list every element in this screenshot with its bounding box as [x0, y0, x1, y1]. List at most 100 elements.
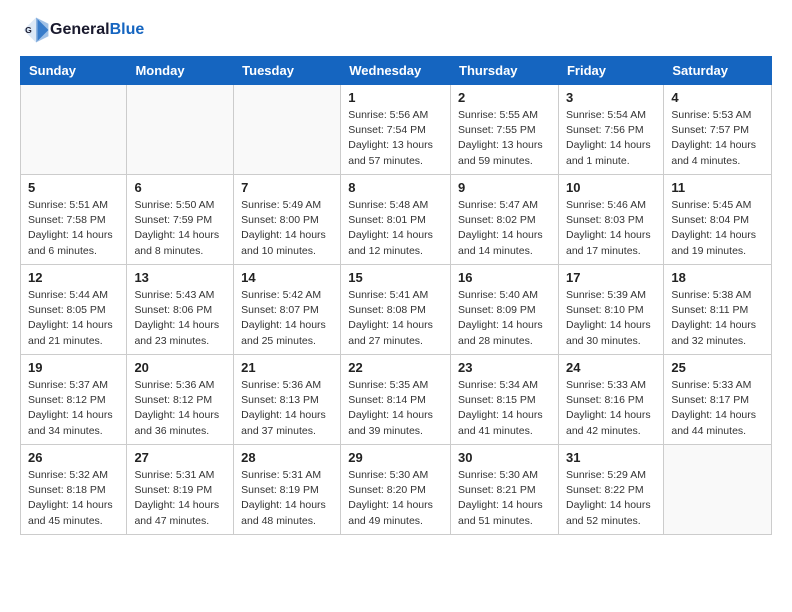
- day-info: Sunrise: 5:41 AMSunset: 8:08 PMDaylight:…: [348, 288, 443, 349]
- day-number: 28: [241, 450, 333, 465]
- calendar-week-row: 26 Sunrise: 5:32 AMSunset: 8:18 PMDayligh…: [21, 445, 772, 535]
- calendar-day-cell: 31 Sunrise: 5:29 AMSunset: 8:22 PMDayligh…: [558, 445, 663, 535]
- calendar-header-row: SundayMondayTuesdayWednesdayThursdayFrid…: [21, 57, 772, 85]
- day-info: Sunrise: 5:53 AMSunset: 7:57 PMDaylight:…: [671, 108, 764, 169]
- weekday-header: Tuesday: [234, 57, 341, 85]
- calendar-day-cell: 2 Sunrise: 5:55 AMSunset: 7:55 PMDaylight…: [451, 85, 559, 175]
- day-number: 9: [458, 180, 551, 195]
- calendar-day-cell: [127, 85, 234, 175]
- day-number: 22: [348, 360, 443, 375]
- day-info: Sunrise: 5:30 AMSunset: 8:21 PMDaylight:…: [458, 468, 551, 529]
- day-info: Sunrise: 5:37 AMSunset: 8:12 PMDaylight:…: [28, 378, 119, 439]
- day-number: 20: [134, 360, 226, 375]
- day-info: Sunrise: 5:51 AMSunset: 7:58 PMDaylight:…: [28, 198, 119, 259]
- calendar-day-cell: [664, 445, 772, 535]
- weekday-header: Saturday: [664, 57, 772, 85]
- day-info: Sunrise: 5:36 AMSunset: 8:12 PMDaylight:…: [134, 378, 226, 439]
- calendar-week-row: 1Sunrise: 5:56 AMSunset: 7:54 PMDaylight…: [21, 85, 772, 175]
- day-number: 26: [28, 450, 119, 465]
- calendar-day-cell: 3Sunrise: 5:54 AMSunset: 7:56 PMDaylight…: [558, 85, 663, 175]
- day-number: 6: [134, 180, 226, 195]
- calendar-day-cell: 22 Sunrise: 5:35 AMSunset: 8:14 PMDayligh…: [341, 355, 451, 445]
- day-info: Sunrise: 5:30 AMSunset: 8:20 PMDaylight:…: [348, 468, 443, 529]
- day-number: 13: [134, 270, 226, 285]
- page: G GeneralBlue SundayMondayTuesdayWednesd…: [0, 0, 792, 551]
- day-info: Sunrise: 5:46 AMSunset: 8:03 PMDaylight:…: [566, 198, 656, 259]
- day-number: 8: [348, 180, 443, 195]
- day-info: Sunrise: 5:29 AMSunset: 8:22 PMDaylight:…: [566, 468, 656, 529]
- day-info: Sunrise: 5:42 AMSunset: 8:07 PMDaylight:…: [241, 288, 333, 349]
- day-info: Sunrise: 5:50 AMSunset: 7:59 PMDaylight:…: [134, 198, 226, 259]
- day-number: 16: [458, 270, 551, 285]
- day-number: 31: [566, 450, 656, 465]
- calendar-day-cell: 25 Sunrise: 5:33 AMSunset: 8:17 PMDayligh…: [664, 355, 772, 445]
- day-info: Sunrise: 5:47 AMSunset: 8:02 PMDaylight:…: [458, 198, 551, 259]
- day-number: 18: [671, 270, 764, 285]
- day-number: 24: [566, 360, 656, 375]
- day-info: Sunrise: 5:48 AMSunset: 8:01 PMDaylight:…: [348, 198, 443, 259]
- calendar-day-cell: 9 Sunrise: 5:47 AMSunset: 8:02 PMDaylight…: [451, 175, 559, 265]
- calendar-day-cell: 16 Sunrise: 5:40 AMSunset: 8:09 PMDayligh…: [451, 265, 559, 355]
- weekday-header: Wednesday: [341, 57, 451, 85]
- day-number: 14: [241, 270, 333, 285]
- day-number: 19: [28, 360, 119, 375]
- logo-general-text: GeneralBlue: [50, 21, 144, 39]
- calendar-day-cell: 6 Sunrise: 5:50 AMSunset: 7:59 PMDaylight…: [127, 175, 234, 265]
- day-number: 29: [348, 450, 443, 465]
- day-number: 25: [671, 360, 764, 375]
- weekday-header: Friday: [558, 57, 663, 85]
- day-info: Sunrise: 5:40 AMSunset: 8:09 PMDaylight:…: [458, 288, 551, 349]
- weekday-header: Monday: [127, 57, 234, 85]
- calendar-day-cell: [21, 85, 127, 175]
- calendar-table: SundayMondayTuesdayWednesdayThursdayFrid…: [20, 56, 772, 535]
- day-info: Sunrise: 5:55 AMSunset: 7:55 PMDaylight:…: [458, 108, 551, 169]
- calendar-day-cell: 14 Sunrise: 5:42 AMSunset: 8:07 PMDayligh…: [234, 265, 341, 355]
- day-number: 23: [458, 360, 551, 375]
- day-info: Sunrise: 5:33 AMSunset: 8:17 PMDaylight:…: [671, 378, 764, 439]
- calendar-day-cell: 7 Sunrise: 5:49 AMSunset: 8:00 PMDaylight…: [234, 175, 341, 265]
- day-info: Sunrise: 5:35 AMSunset: 8:14 PMDaylight:…: [348, 378, 443, 439]
- calendar-day-cell: 12Sunrise: 5:44 AMSunset: 8:05 PMDayligh…: [21, 265, 127, 355]
- weekday-header: Sunday: [21, 57, 127, 85]
- day-info: Sunrise: 5:39 AMSunset: 8:10 PMDaylight:…: [566, 288, 656, 349]
- day-info: Sunrise: 5:31 AMSunset: 8:19 PMDaylight:…: [134, 468, 226, 529]
- calendar-day-cell: 8 Sunrise: 5:48 AMSunset: 8:01 PMDaylight…: [341, 175, 451, 265]
- calendar-week-row: 12Sunrise: 5:44 AMSunset: 8:05 PMDayligh…: [21, 265, 772, 355]
- calendar-day-cell: 27 Sunrise: 5:31 AMSunset: 8:19 PMDayligh…: [127, 445, 234, 535]
- calendar-day-cell: 30Sunrise: 5:30 AMSunset: 8:21 PMDayligh…: [451, 445, 559, 535]
- day-number: 15: [348, 270, 443, 285]
- day-number: 4: [671, 90, 764, 105]
- day-info: Sunrise: 5:45 AMSunset: 8:04 PMDaylight:…: [671, 198, 764, 259]
- calendar-day-cell: 4 Sunrise: 5:53 AMSunset: 7:57 PMDaylight…: [664, 85, 772, 175]
- calendar-day-cell: 5 Sunrise: 5:51 AMSunset: 7:58 PMDaylight…: [21, 175, 127, 265]
- svg-text:G: G: [25, 25, 32, 35]
- calendar-day-cell: 1Sunrise: 5:56 AMSunset: 7:54 PMDaylight…: [341, 85, 451, 175]
- calendar-day-cell: 15 Sunrise: 5:41 AMSunset: 8:08 PMDayligh…: [341, 265, 451, 355]
- day-info: Sunrise: 5:34 AMSunset: 8:15 PMDaylight:…: [458, 378, 551, 439]
- calendar-week-row: 5 Sunrise: 5:51 AMSunset: 7:58 PMDaylight…: [21, 175, 772, 265]
- day-info: Sunrise: 5:33 AMSunset: 8:16 PMDaylight:…: [566, 378, 656, 439]
- day-number: 11: [671, 180, 764, 195]
- day-number: 7: [241, 180, 333, 195]
- calendar-day-cell: 11 Sunrise: 5:45 AMSunset: 8:04 PMDayligh…: [664, 175, 772, 265]
- calendar-day-cell: 28Sunrise: 5:31 AMSunset: 8:19 PMDayligh…: [234, 445, 341, 535]
- calendar-day-cell: 20 Sunrise: 5:36 AMSunset: 8:12 PMDayligh…: [127, 355, 234, 445]
- day-number: 17: [566, 270, 656, 285]
- calendar-day-cell: 23 Sunrise: 5:34 AMSunset: 8:15 PMDayligh…: [451, 355, 559, 445]
- header: G GeneralBlue: [20, 16, 772, 44]
- day-number: 27: [134, 450, 226, 465]
- logo-icon: G: [22, 16, 50, 44]
- day-number: 1: [348, 90, 443, 105]
- day-info: Sunrise: 5:32 AMSunset: 8:18 PMDaylight:…: [28, 468, 119, 529]
- day-number: 2: [458, 90, 551, 105]
- day-info: Sunrise: 5:36 AMSunset: 8:13 PMDaylight:…: [241, 378, 333, 439]
- calendar-day-cell: 13Sunrise: 5:43 AMSunset: 8:06 PMDayligh…: [127, 265, 234, 355]
- day-info: Sunrise: 5:49 AMSunset: 8:00 PMDaylight:…: [241, 198, 333, 259]
- day-number: 21: [241, 360, 333, 375]
- calendar-day-cell: [234, 85, 341, 175]
- calendar-day-cell: 10Sunrise: 5:46 AMSunset: 8:03 PMDayligh…: [558, 175, 663, 265]
- weekday-header: Thursday: [451, 57, 559, 85]
- calendar-day-cell: 26 Sunrise: 5:32 AMSunset: 8:18 PMDayligh…: [21, 445, 127, 535]
- calendar-day-cell: 24 Sunrise: 5:33 AMSunset: 8:16 PMDayligh…: [558, 355, 663, 445]
- day-number: 5: [28, 180, 119, 195]
